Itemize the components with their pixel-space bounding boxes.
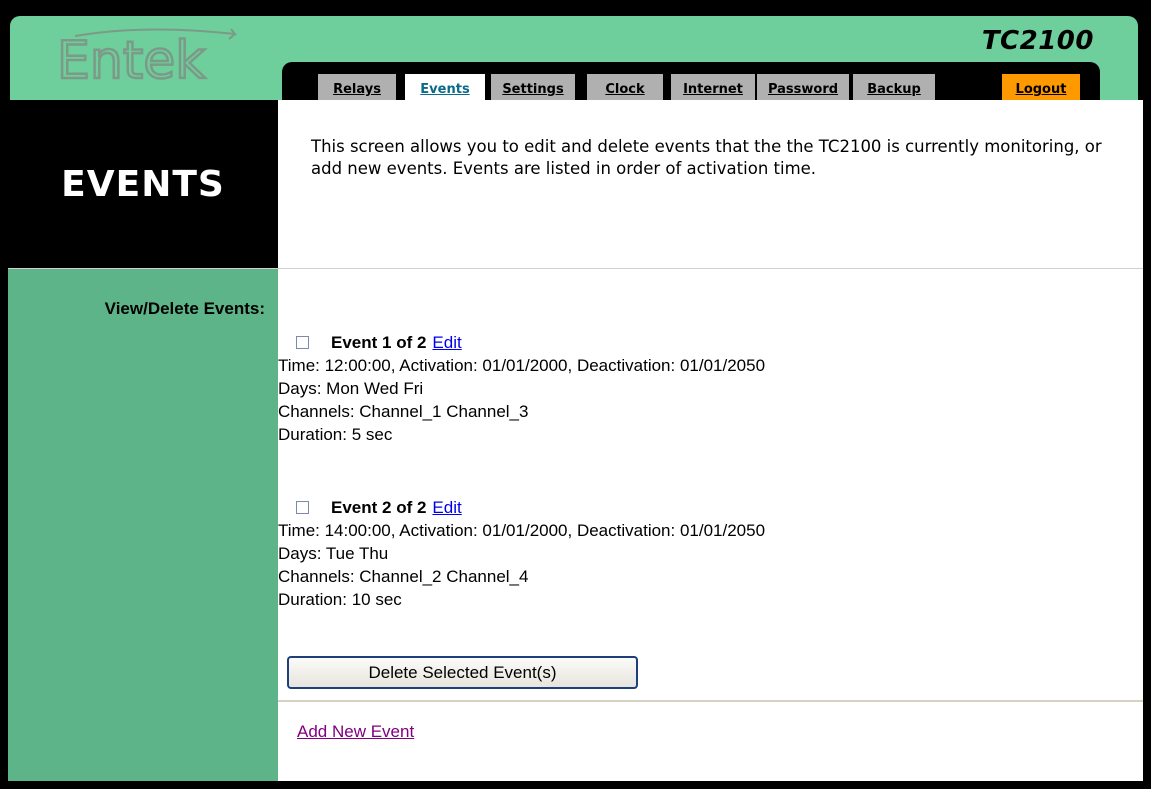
tab-events[interactable]: Events <box>405 74 485 102</box>
tab-password[interactable]: Password <box>757 74 849 102</box>
add-event-link[interactable]: Add New Event <box>297 722 414 742</box>
delete-events-button[interactable]: Delete Selected Event(s) <box>287 656 638 689</box>
page-description: This screen allows you to edit and delet… <box>278 100 1143 268</box>
event-days: Days: Mon Wed Fri <box>278 379 424 398</box>
event-item: Event 1 of 2 Edit Time: 12:00:00, Activa… <box>278 330 1098 446</box>
entek-logo-graphic: Entek <box>56 28 238 92</box>
section-label: View/Delete Events: <box>104 299 265 318</box>
event-duration: Duration: 5 sec <box>278 425 393 444</box>
event-header: Event 1 of 2 Edit <box>296 330 1098 354</box>
event-duration: Duration: 10 sec <box>278 590 402 609</box>
logout-button[interactable]: Logout <box>1002 74 1080 102</box>
event-title: Event 2 of 2 <box>331 497 427 517</box>
logo-text: Entek <box>57 31 205 86</box>
tab-internet[interactable]: Internet <box>671 74 755 102</box>
event-title: Event 1 of 2 <box>331 332 427 352</box>
event-channels: Channels: Channel_1 Channel_3 <box>278 402 529 421</box>
event-time: Time: 14:00:00, Activation: 01/01/2000, … <box>278 521 766 540</box>
event-time: Time: 12:00:00, Activation: 01/01/2000, … <box>278 356 766 375</box>
tab-backup[interactable]: Backup <box>853 74 935 102</box>
event-header: Event 2 of 2 Edit <box>296 495 1098 519</box>
event-item: Event 2 of 2 Edit Time: 14:00:00, Activa… <box>278 495 1098 611</box>
entek-logo: Entek <box>55 26 255 92</box>
tab-settings[interactable]: Settings <box>491 74 575 102</box>
product-name: TC2100 <box>981 26 1094 56</box>
tab-relays[interactable]: Relays <box>318 74 396 102</box>
event-days: Days: Tue Thu <box>278 544 389 563</box>
edit-event-link[interactable]: Edit <box>432 496 461 519</box>
event-channels: Channels: Channel_2 Channel_4 <box>278 567 529 586</box>
description-text: This screen allows you to edit and delet… <box>311 137 1102 178</box>
divider <box>278 700 1143 702</box>
header-bar: Entek TC2100 Relays Events Settings Cloc… <box>10 16 1138 105</box>
tab-clock[interactable]: Clock <box>587 74 663 102</box>
nav-bar: Relays Events Settings Clock Internet Pa… <box>282 62 1100 105</box>
event-select-checkbox[interactable] <box>296 500 309 514</box>
section-sidebar: View/Delete Events: <box>8 268 278 781</box>
page-title: EVENTS <box>8 100 278 268</box>
app-container: Entek TC2100 Relays Events Settings Cloc… <box>8 8 1143 781</box>
event-select-checkbox[interactable] <box>296 335 309 349</box>
events-panel: Event 1 of 2 Edit Time: 12:00:00, Activa… <box>278 268 1143 781</box>
edit-event-link[interactable]: Edit <box>432 331 461 354</box>
